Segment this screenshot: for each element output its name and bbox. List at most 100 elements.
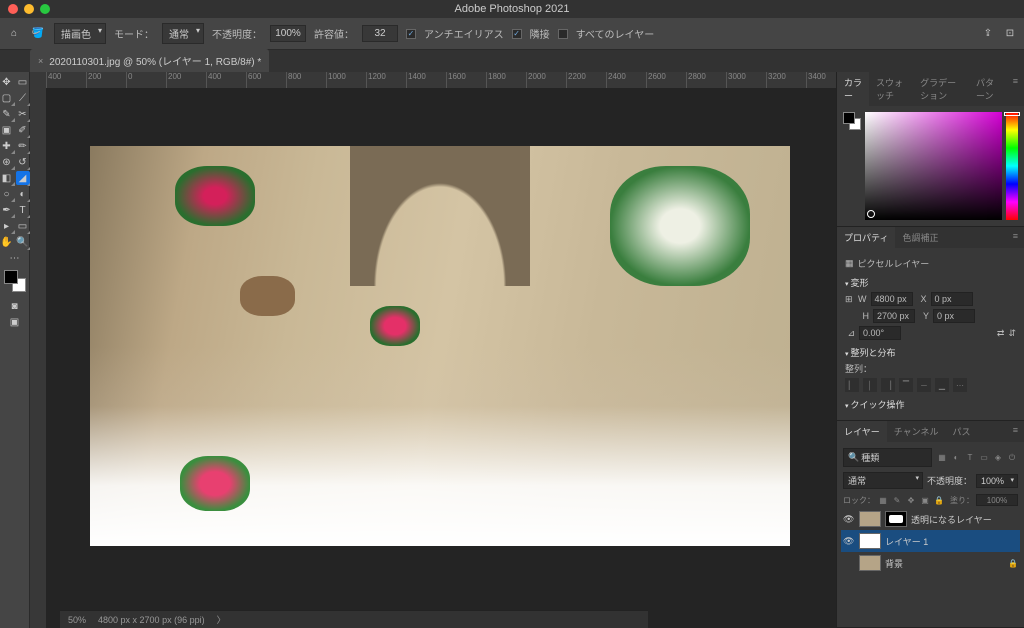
zoom-tool[interactable]: 🔍 (16, 235, 30, 249)
shape-tool[interactable]: ▭ (16, 219, 30, 233)
contiguous-checkbox[interactable]: ✓ (512, 29, 522, 39)
quick-mask-toggle[interactable]: ◙ (8, 299, 22, 313)
artboard-tool[interactable]: ▭ (16, 75, 30, 89)
pen-tool[interactable]: ✒ (0, 203, 14, 217)
bucket-tool[interactable]: ◢ (16, 171, 30, 185)
search-icon[interactable]: ⊡ (1002, 26, 1018, 42)
flip-v-icon[interactable]: ⇵ (1008, 328, 1016, 339)
layer-name[interactable]: 背景 (885, 557, 903, 570)
lock-transparent-icon[interactable]: ▦ (877, 494, 889, 506)
align-top-icon[interactable]: ▔ (899, 378, 913, 392)
tab-paths[interactable]: パス (945, 421, 977, 442)
foreground-color-swatch[interactable] (4, 270, 18, 284)
tab-channels[interactable]: チャンネル (887, 421, 946, 442)
opacity-input[interactable]: 100% (270, 25, 306, 42)
filter-adjust-icon[interactable]: ◐ (950, 452, 962, 464)
dodge-tool[interactable]: ◐ (16, 187, 30, 201)
share-icon[interactable]: ⇪ (980, 26, 996, 42)
width-input[interactable]: 4800 px (871, 292, 913, 306)
horizontal-ruler[interactable]: 4002000200400600800100012001400160018002… (46, 72, 836, 88)
tab-swatches[interactable]: スウォッチ (869, 72, 913, 106)
transform-section[interactable]: 変形 (845, 276, 1016, 289)
brush-tool[interactable]: ✏ (16, 139, 30, 153)
layer-name[interactable]: 透明になるレイヤー (911, 513, 992, 526)
lock-pixels-icon[interactable]: ✎ (891, 494, 903, 506)
hue-cursor[interactable] (1004, 112, 1020, 116)
blend-mode-select[interactable]: 通常 (162, 23, 204, 44)
status-chevron-icon[interactable]: 〉 (217, 613, 226, 626)
filter-smart-icon[interactable]: ◈ (992, 452, 1004, 464)
path-select-tool[interactable]: ▸ (0, 219, 14, 233)
layer-row[interactable]: 👁 透明になるレイヤー (841, 508, 1020, 530)
tab-properties[interactable]: プロパティ (837, 227, 895, 248)
zoom-level[interactable]: 50% (68, 615, 86, 625)
tab-gradients[interactable]: グラデーション (913, 72, 969, 106)
link-wh-icon[interactable]: ⊞ (845, 294, 853, 305)
tolerance-input[interactable]: 32 (362, 25, 398, 42)
layer-row[interactable]: 背景 🔒 (841, 552, 1020, 574)
bucket-tool-icon[interactable]: 🪣 (30, 26, 46, 42)
panel-color-swatches[interactable] (843, 112, 861, 130)
blur-tool[interactable]: ○ (0, 187, 14, 201)
align-bottom-icon[interactable]: ▁ (935, 378, 949, 392)
crop-tool[interactable]: ✂ (16, 107, 30, 121)
layer-name[interactable]: レイヤー 1 (885, 535, 928, 548)
align-vcenter-icon[interactable]: ─ (917, 378, 931, 392)
close-tab-icon[interactable]: × (38, 56, 43, 66)
filter-type-icon[interactable]: T (964, 452, 976, 464)
x-input[interactable]: 0 px (931, 292, 973, 306)
healing-tool[interactable]: ✚ (0, 139, 14, 153)
align-hcenter-icon[interactable]: │ (863, 378, 877, 392)
marquee-tool[interactable]: ▢ (0, 91, 14, 105)
home-icon[interactable]: ⌂ (6, 26, 22, 42)
fill-source-select[interactable]: 描画色 (54, 23, 106, 44)
stamp-tool[interactable]: ⊛ (0, 155, 14, 169)
panel-menu-icon[interactable]: ≡ (1007, 421, 1024, 442)
lock-artboard-icon[interactable]: ▣ (919, 494, 931, 506)
panel-menu-icon[interactable]: ≡ (1007, 72, 1024, 106)
filter-toggle[interactable]: ⏻ (1006, 452, 1018, 464)
align-right-icon[interactable]: ▕ (881, 378, 895, 392)
move-tool[interactable]: ✥ (0, 75, 14, 89)
layer-thumb[interactable] (859, 533, 881, 549)
vertical-ruler[interactable] (30, 88, 46, 628)
visibility-toggle[interactable]: 👁 (843, 536, 855, 547)
document-canvas[interactable] (90, 146, 790, 546)
angle-input[interactable]: 0.00° (859, 326, 901, 340)
align-left-icon[interactable]: ▏ (845, 378, 859, 392)
color-swatches[interactable] (4, 270, 26, 292)
lock-position-icon[interactable]: ✥ (905, 494, 917, 506)
eraser-tool[interactable]: ◧ (0, 171, 14, 185)
tab-patterns[interactable]: パターン (969, 72, 1007, 106)
layer-thumb[interactable] (859, 555, 881, 571)
color-cursor[interactable] (867, 210, 875, 218)
align-more-icon[interactable]: ⋯ (953, 378, 967, 392)
antialias-checkbox[interactable]: ✓ (406, 29, 416, 39)
flip-h-icon[interactable]: ⇄ (997, 328, 1005, 339)
fill-input[interactable]: 100% (976, 494, 1018, 506)
tab-color[interactable]: カラー (837, 72, 869, 106)
frame-tool[interactable]: ▣ (0, 123, 14, 137)
quick-actions-section[interactable]: クイック操作 (845, 398, 1016, 411)
panel-menu-icon[interactable]: ≡ (1007, 227, 1024, 248)
ruler-origin[interactable] (30, 72, 46, 88)
lock-all-icon[interactable]: 🔒 (933, 494, 945, 506)
filter-pixel-icon[interactable]: ▦ (936, 452, 948, 464)
screen-mode-toggle[interactable]: ▣ (8, 315, 22, 329)
quick-select-tool[interactable]: ✎ (0, 107, 14, 121)
y-input[interactable]: 0 px (933, 309, 975, 323)
edit-toolbar[interactable]: ⋯ (8, 251, 22, 265)
align-section[interactable]: 整列と分布 (845, 346, 1016, 359)
layer-thumb[interactable] (859, 511, 881, 527)
history-brush-tool[interactable]: ↺ (16, 155, 30, 169)
tab-layers[interactable]: レイヤー (837, 421, 887, 442)
type-tool[interactable]: T (16, 203, 30, 217)
document-tab[interactable]: × 2020110301.jpg @ 50% (レイヤー 1, RGB/8#) … (30, 49, 269, 72)
lasso-tool[interactable]: ⟋ (16, 91, 30, 105)
eyedropper-tool[interactable]: ✐ (16, 123, 30, 137)
tab-adjustments[interactable]: 色調補正 (895, 227, 945, 248)
visibility-toggle[interactable]: 👁 (843, 514, 855, 525)
layer-blend-select[interactable]: 通常 (843, 472, 923, 489)
layer-row[interactable]: 👁 レイヤー 1 (841, 530, 1020, 552)
hand-tool[interactable]: ✋ (0, 235, 14, 249)
